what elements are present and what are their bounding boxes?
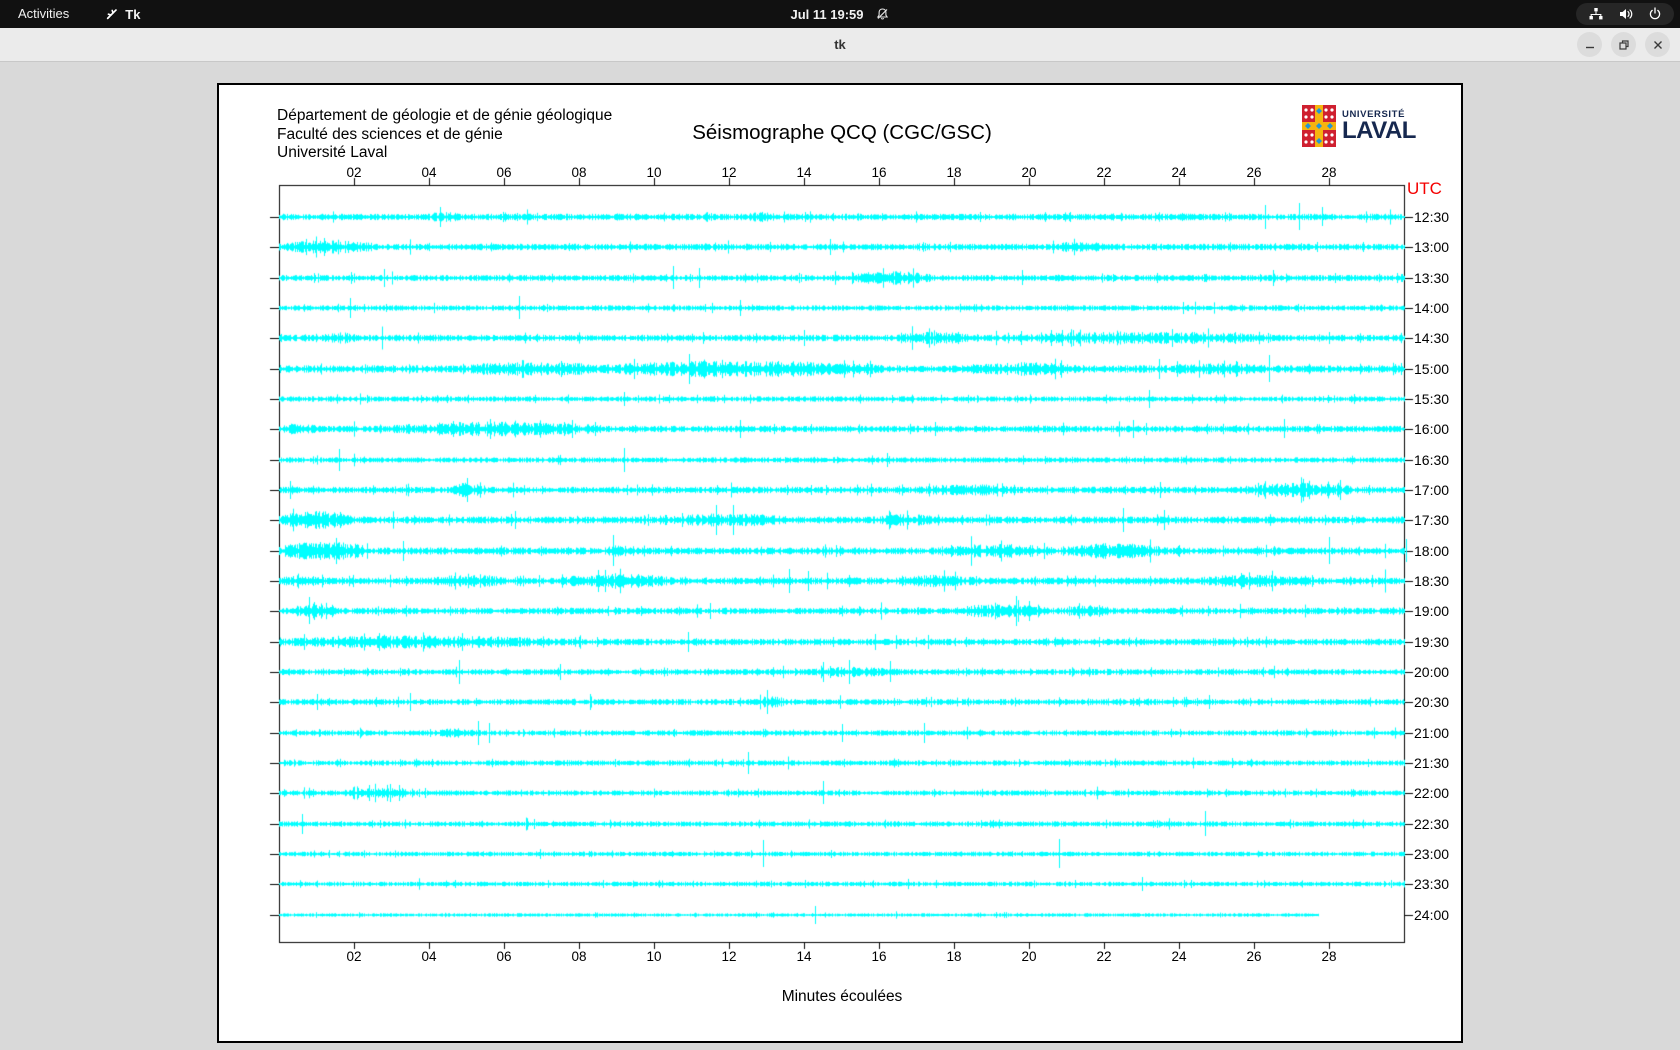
utc-time-label: 21:00 xyxy=(1414,725,1450,741)
x-tick-label: 08 xyxy=(571,949,587,964)
minimize-button[interactable] xyxy=(1577,32,1602,57)
x-tick-label: 22 xyxy=(1096,165,1112,180)
x-tick-label: 14 xyxy=(796,949,812,964)
window-title: tk xyxy=(834,37,846,52)
utc-time-label: 13:00 xyxy=(1414,239,1450,255)
x-tick-label: 18 xyxy=(946,949,962,964)
utc-time-label: 15:00 xyxy=(1414,361,1450,377)
gnome-top-bar: Activities Tk Jul 11 19:59 xyxy=(0,0,1680,28)
system-status-menu[interactable] xyxy=(1576,3,1674,25)
x-tick-label: 22 xyxy=(1096,949,1112,964)
utc-time-label: 23:00 xyxy=(1414,846,1450,862)
utc-time-label: 19:00 xyxy=(1414,603,1450,619)
clock-menu[interactable]: Jul 11 19:59 xyxy=(791,0,890,28)
utc-time-label: 19:30 xyxy=(1414,634,1450,650)
x-tick-label: 24 xyxy=(1171,165,1187,180)
x-tick-label: 10 xyxy=(646,165,662,180)
x-tick-label: 08 xyxy=(571,165,587,180)
x-tick-label: 10 xyxy=(646,949,662,964)
seismograph-canvas: Département de géologie et de génie géol… xyxy=(217,83,1463,1043)
utc-time-label: 21:30 xyxy=(1414,755,1450,771)
x-tick-label: 18 xyxy=(946,165,962,180)
x-tick-label: 14 xyxy=(796,165,812,180)
utc-time-label: 17:00 xyxy=(1414,482,1450,498)
x-tick-label: 06 xyxy=(496,949,512,964)
x-tick-label: 28 xyxy=(1321,165,1337,180)
utc-time-label: 22:30 xyxy=(1414,816,1450,832)
x-tick-label: 16 xyxy=(871,165,887,180)
tk-app-icon xyxy=(105,7,119,21)
tk-window-content: Département de géologie et de génie géol… xyxy=(0,63,1680,1050)
activities-button[interactable]: Activities xyxy=(0,0,87,28)
x-tick-label: 26 xyxy=(1246,165,1262,180)
utc-time-label: 23:30 xyxy=(1414,876,1450,892)
x-tick-label: 02 xyxy=(346,949,362,964)
utc-time-label: 14:00 xyxy=(1414,300,1450,316)
utc-label: UTC xyxy=(1407,179,1442,198)
utc-time-label: 16:30 xyxy=(1414,452,1450,468)
laval-crest-icon xyxy=(1302,105,1336,152)
utc-time-label: 12:30 xyxy=(1414,209,1450,225)
volume-icon xyxy=(1618,7,1634,21)
notifications-muted-icon xyxy=(876,7,890,21)
power-icon xyxy=(1648,7,1662,21)
utc-time-label: 20:00 xyxy=(1414,664,1450,680)
x-tick-label: 28 xyxy=(1321,949,1337,964)
institution-header: Département de géologie et de génie géol… xyxy=(277,107,613,161)
network-icon xyxy=(1588,7,1604,21)
utc-time-label: 22:00 xyxy=(1414,785,1450,801)
x-tick-label: 16 xyxy=(871,949,887,964)
clock-text: Jul 11 19:59 xyxy=(790,6,864,22)
focused-app-indicator[interactable]: Tk xyxy=(105,7,140,22)
x-tick-label: 20 xyxy=(1021,949,1037,964)
x-axis-title: Minutes écoulées xyxy=(781,988,903,1005)
x-tick-label: 06 xyxy=(496,165,512,180)
logo-laval-text: LAVAL xyxy=(1342,117,1416,144)
close-button[interactable] xyxy=(1645,32,1670,57)
utc-time-label: 16:00 xyxy=(1414,421,1450,437)
window-titlebar[interactable]: tk xyxy=(0,28,1680,62)
utc-time-label: 24:00 xyxy=(1414,907,1450,923)
utc-time-label: 18:30 xyxy=(1414,573,1450,589)
x-tick-label: 24 xyxy=(1171,949,1187,964)
utc-time-label: 14:30 xyxy=(1414,330,1450,346)
plot-title: Séismographe QCQ (CGC/GSC) xyxy=(692,121,992,144)
x-tick-label: 04 xyxy=(421,165,437,180)
universite-laval-logo: UNIVERSITÉ LAVAL xyxy=(1302,105,1416,152)
x-tick-label: 12 xyxy=(721,165,737,180)
utc-time-label: 13:30 xyxy=(1414,270,1450,286)
x-tick-label: 20 xyxy=(1021,165,1037,180)
utc-time-label: 17:30 xyxy=(1414,512,1450,528)
x-tick-label: 26 xyxy=(1246,949,1262,964)
utc-time-label: 20:30 xyxy=(1414,694,1450,710)
utc-time-label: 15:30 xyxy=(1414,391,1450,407)
x-tick-label: 04 xyxy=(421,949,437,964)
x-tick-label: 02 xyxy=(346,165,362,180)
focused-app-name: Tk xyxy=(125,6,141,22)
x-tick-label: 12 xyxy=(721,949,737,964)
seismogram-traces xyxy=(219,85,1461,1041)
maximize-button[interactable] xyxy=(1611,32,1636,57)
utc-time-label: 18:00 xyxy=(1414,543,1450,559)
